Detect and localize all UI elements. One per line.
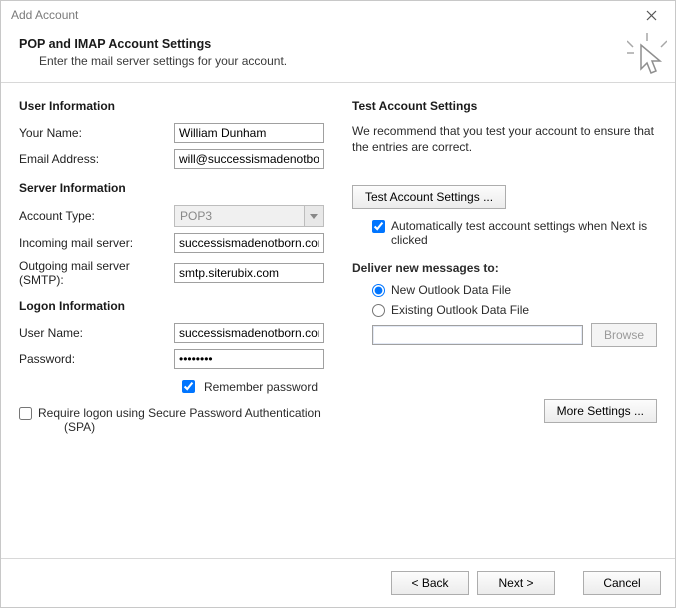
- x-icon: [646, 10, 657, 21]
- chevron-down-icon: [310, 214, 318, 219]
- account-type-label: Account Type:: [19, 209, 174, 223]
- incoming-server-label: Incoming mail server:: [19, 236, 174, 250]
- browse-button: Browse: [591, 323, 657, 347]
- cursor-click-icon: [627, 33, 667, 79]
- existing-data-file-radio[interactable]: [372, 304, 385, 317]
- test-settings-heading: Test Account Settings: [352, 99, 657, 113]
- remember-password-label: Remember password: [204, 380, 318, 394]
- incoming-server-input[interactable]: [174, 233, 324, 253]
- wizard-footer: < Back Next > Cancel: [1, 558, 675, 607]
- titlebar: Add Account: [1, 1, 675, 29]
- dropdown-button: [304, 206, 323, 226]
- test-settings-button[interactable]: Test Account Settings ...: [352, 185, 506, 209]
- new-data-file-radio[interactable]: [372, 284, 385, 297]
- spa-label: Require logon using Secure Password Auth…: [38, 406, 321, 420]
- logon-info-heading: Logon Information: [19, 299, 324, 313]
- close-button[interactable]: [633, 4, 669, 26]
- user-name-label: User Name:: [19, 326, 174, 340]
- your-name-input[interactable]: [174, 123, 324, 143]
- test-settings-text: We recommend that you test your account …: [352, 123, 657, 155]
- remember-password-checkbox[interactable]: [182, 380, 195, 393]
- account-type-select: POP3: [174, 205, 324, 227]
- account-type-value: POP3: [175, 209, 304, 223]
- more-settings-button[interactable]: More Settings ...: [544, 399, 657, 423]
- content-area: User Information Your Name: Email Addres…: [1, 83, 675, 558]
- email-label: Email Address:: [19, 152, 174, 166]
- email-input[interactable]: [174, 149, 324, 169]
- wizard-header: POP and IMAP Account Settings Enter the …: [1, 29, 675, 82]
- auto-test-label: Automatically test account settings when…: [391, 219, 657, 247]
- password-input[interactable]: [174, 349, 324, 369]
- new-data-file-label: New Outlook Data File: [391, 283, 511, 297]
- add-account-window: Add Account POP and IMAP Account Setting…: [0, 0, 676, 608]
- existing-data-file-path: [372, 325, 583, 345]
- user-info-heading: User Information: [19, 99, 324, 113]
- your-name-label: Your Name:: [19, 126, 174, 140]
- right-column: Test Account Settings We recommend that …: [352, 99, 657, 558]
- server-info-heading: Server Information: [19, 181, 324, 195]
- password-label: Password:: [19, 352, 174, 366]
- spa-checkbox[interactable]: [19, 407, 32, 420]
- next-button[interactable]: Next >: [477, 571, 555, 595]
- auto-test-checkbox[interactable]: [372, 220, 385, 233]
- header-subtitle: Enter the mail server settings for your …: [39, 54, 657, 68]
- back-button[interactable]: < Back: [391, 571, 469, 595]
- cancel-button[interactable]: Cancel: [583, 571, 661, 595]
- existing-data-file-label: Existing Outlook Data File: [391, 303, 529, 317]
- spa-label-2: (SPA): [64, 420, 95, 434]
- window-title: Add Account: [11, 8, 78, 22]
- deliver-heading: Deliver new messages to:: [352, 261, 657, 275]
- header-title: POP and IMAP Account Settings: [19, 37, 657, 51]
- outgoing-server-label: Outgoing mail server (SMTP):: [19, 259, 174, 287]
- left-column: User Information Your Name: Email Addres…: [19, 99, 324, 558]
- outgoing-server-input[interactable]: [174, 263, 324, 283]
- user-name-input[interactable]: [174, 323, 324, 343]
